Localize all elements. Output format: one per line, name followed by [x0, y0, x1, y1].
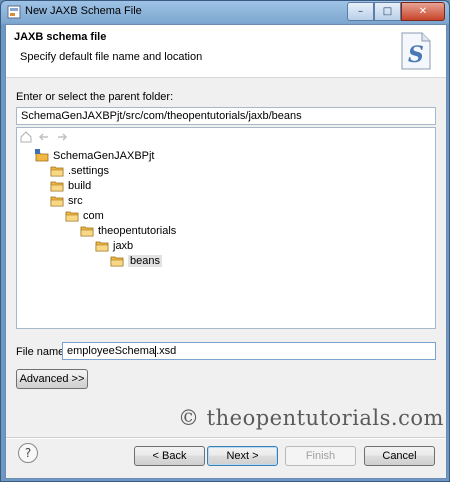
tree-node-label: jaxb [113, 240, 134, 252]
tree-node-label: .settings [68, 165, 109, 177]
parent-folder-label: Enter or select the parent folder: [16, 91, 174, 103]
tree-node[interactable]: build [50, 178, 91, 194]
folder-icon [80, 226, 94, 237]
back-button[interactable]: < Back [134, 446, 205, 466]
forward-arrow-icon[interactable] [55, 130, 69, 144]
schema-file-icon: S [401, 32, 431, 70]
home-icon[interactable] [19, 130, 33, 144]
file-name-input[interactable]: employeeSchema.xsd [62, 342, 436, 360]
folder-icon [110, 256, 124, 267]
tree-node[interactable]: jaxb [95, 238, 133, 254]
file-name-value-start: employeeSchema [67, 345, 156, 357]
file-name-label: File name: [16, 346, 68, 358]
tree-node-label: SchemaGenJAXBPjt [53, 150, 155, 162]
folder-icon [65, 211, 79, 222]
tree-node-label: com [83, 210, 104, 222]
wizard-banner: JAXB schema file Specify default file na… [6, 25, 446, 78]
advanced-button[interactable]: Advanced >> [16, 369, 88, 389]
finish-button[interactable]: Finish [285, 446, 356, 466]
minimize-button[interactable]: – [347, 2, 374, 21]
close-button[interactable]: ✕ [401, 2, 445, 21]
project-icon [35, 149, 49, 162]
title-bar[interactable]: New JAXB Schema File – □ ✕ [1, 1, 449, 23]
dialog-client: JAXB schema file Specify default file na… [5, 24, 447, 479]
tree-toolbar [19, 130, 69, 146]
tree-node[interactable]: .settings [50, 163, 109, 179]
folder-icon [50, 166, 64, 177]
watermark: © theopentutorials.com [178, 406, 444, 430]
cancel-button[interactable]: Cancel [364, 446, 435, 466]
tree-node-label: build [68, 180, 92, 192]
folder-tree[interactable]: SchemaGenJAXBPjt .settings build src com theo… [16, 127, 436, 329]
maximize-button[interactable]: □ [374, 2, 401, 21]
tree-node[interactable]: SchemaGenJAXBPjt [35, 148, 155, 164]
window-title: New JAXB Schema File [25, 5, 142, 17]
file-name-value-end: .xsd [156, 345, 177, 357]
help-icon[interactable]: ? [18, 443, 38, 463]
window-controls: – □ ✕ [347, 2, 445, 21]
folder-icon [95, 241, 109, 252]
tree-node[interactable]: com [65, 208, 104, 224]
tree-node[interactable]: src [50, 193, 83, 209]
next-button[interactable]: Next > [207, 446, 278, 466]
app-icon [7, 5, 21, 19]
banner-subtitle: Specify default file name and location [20, 51, 203, 63]
folder-icon [50, 196, 64, 207]
button-separator [6, 437, 446, 439]
tree-node[interactable]: beans [110, 253, 162, 269]
back-arrow-icon[interactable] [37, 130, 51, 144]
tree-node-label: src [68, 195, 83, 207]
tree-node-label: beans [128, 255, 162, 267]
parent-folder-input[interactable]: SchemaGenJAXBPjt/src/com/theopentutorial… [16, 107, 436, 125]
dialog-window: New JAXB Schema File – □ ✕ JAXB schema f… [0, 0, 450, 482]
tree-node-label: theopentutorials [98, 225, 177, 237]
tree-node[interactable]: theopentutorials [80, 223, 176, 239]
svg-text:S: S [408, 42, 424, 68]
folder-icon [50, 181, 64, 192]
banner-title: JAXB schema file [14, 31, 107, 43]
